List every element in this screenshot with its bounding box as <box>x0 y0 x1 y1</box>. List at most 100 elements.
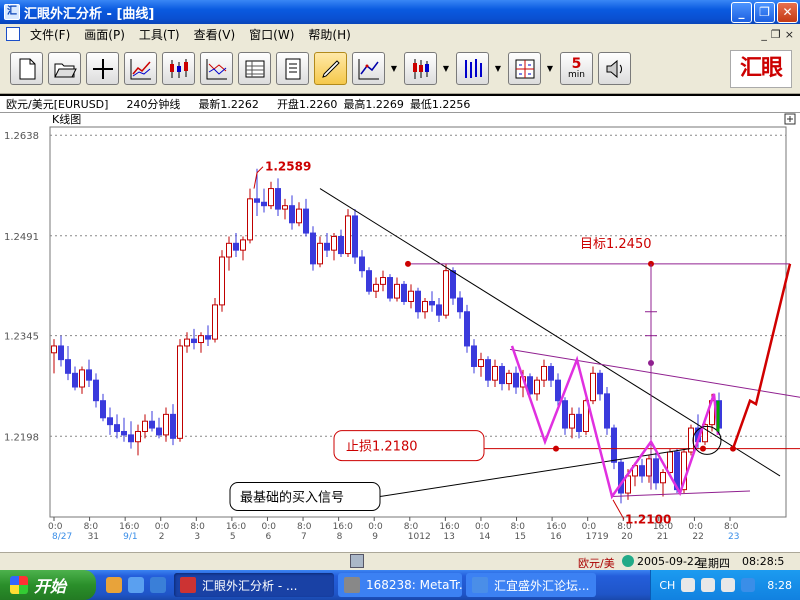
restore-button[interactable]: ❐ <box>754 1 775 23</box>
candlestick-icon <box>169 58 188 78</box>
network-icon[interactable] <box>721 578 736 592</box>
candlestick-button[interactable] <box>162 52 195 85</box>
keyboard-icon[interactable] <box>681 578 696 592</box>
y-tick-label: 1.2345 <box>4 332 39 343</box>
candle-red-button[interactable] <box>404 52 437 85</box>
mdi-restore-button[interactable]: ❐ <box>771 28 781 41</box>
windows-logo-icon <box>10 576 28 594</box>
mdi-close-button[interactable]: × <box>785 28 794 41</box>
help-icon[interactable] <box>701 578 716 592</box>
new-button[interactable] <box>10 52 43 85</box>
bar-chart-button[interactable] <box>456 52 489 85</box>
candle-body <box>359 256 365 272</box>
candle-body <box>338 235 344 255</box>
candle-body <box>667 451 673 474</box>
toolbar: ▼ ▼ ▼ ▼ 5 min 汇眼 <box>0 44 800 94</box>
x-date-label: 8/27 <box>52 532 72 542</box>
chevron-down-icon[interactable]: ▼ <box>442 64 450 73</box>
open-icon <box>53 63 77 77</box>
menu-view-screen[interactable]: 画面(P) <box>80 26 135 43</box>
candle-body <box>331 235 337 251</box>
candle-body <box>205 335 211 340</box>
chevron-down-icon[interactable]: ▼ <box>390 64 398 73</box>
volume-icon[interactable] <box>741 578 756 592</box>
candle-body <box>233 242 239 251</box>
candlestick-chart[interactable]: K线图 1.2638 1.2491 1.2345 1.2198 0:0 8:0 16:0 0:0… <box>0 113 800 553</box>
task-button-metatrader[interactable]: 168238: MetaTr... <box>338 573 462 597</box>
open-button[interactable] <box>48 52 81 85</box>
candle-body <box>555 379 561 402</box>
candle-body <box>128 434 134 443</box>
axes-button[interactable] <box>352 52 385 85</box>
candle-body <box>450 270 456 299</box>
task-button-forum[interactable]: 汇宜盛外汇论坛... <box>466 573 596 597</box>
x-date-label: 20 <box>621 532 633 542</box>
y-tick-label: 1.2638 <box>4 131 39 142</box>
x-date-label: 22 <box>692 532 703 542</box>
candle-body <box>485 359 491 381</box>
bar-chart-icon <box>464 58 482 78</box>
bulb-icon <box>622 555 634 567</box>
candle-body <box>499 365 505 385</box>
candle-body <box>135 430 141 443</box>
candle-body <box>317 242 323 265</box>
new-icon <box>19 58 35 79</box>
multi-line-icon <box>206 58 227 79</box>
speaker-button[interactable] <box>598 52 631 85</box>
document-icon[interactable] <box>6 27 20 41</box>
monitor-icon[interactable] <box>350 554 364 568</box>
document-button[interactable] <box>276 52 309 85</box>
browser-icon[interactable] <box>128 577 144 593</box>
candle-body <box>184 338 190 347</box>
candle-body <box>261 201 267 207</box>
media-icon[interactable] <box>106 577 122 593</box>
candle-body <box>86 369 92 381</box>
crosshair-button[interactable] <box>86 52 119 85</box>
menu-help[interactable]: 帮助(H) <box>304 26 360 43</box>
chevron-down-icon[interactable]: ▼ <box>494 64 502 73</box>
menu-view[interactable]: 查看(V) <box>190 26 246 43</box>
candle-body <box>394 283 400 299</box>
signal-label: 最基础的买入信号 <box>240 489 344 505</box>
x-tick-label: 8:0 <box>404 522 419 532</box>
menu-tools[interactable]: 工具(T) <box>135 26 190 43</box>
chart-area[interactable]: K线图 1.2638 1.2491 1.2345 1.2198 0:0 8:0 16:0 0:0… <box>0 112 800 552</box>
candle-body <box>569 413 575 429</box>
candle-body <box>534 379 540 395</box>
table-button[interactable] <box>238 52 271 85</box>
task-label: 汇眼外汇分析 - ... <box>202 578 298 593</box>
close-button[interactable]: ✕ <box>777 1 798 23</box>
period-button[interactable]: 5 min <box>560 52 593 85</box>
x-date-label: 31 <box>88 532 99 542</box>
high-price: 最高1.2269 <box>343 98 404 111</box>
pen-button[interactable] <box>314 52 347 85</box>
start-button[interactable]: 开始 <box>0 570 96 600</box>
candle-body <box>408 290 414 302</box>
candle-body <box>240 239 246 251</box>
grid-button[interactable] <box>508 52 541 85</box>
language-indicator[interactable]: CH <box>659 579 675 592</box>
candle-body <box>212 304 218 340</box>
task-button-app[interactable]: 汇眼外汇分析 - ... <box>174 573 334 597</box>
candle-body <box>51 345 57 354</box>
candle-body <box>65 359 71 374</box>
line-chart-icon <box>130 58 151 79</box>
menu-window[interactable]: 窗口(W) <box>245 26 304 43</box>
menu-file[interactable]: 文件(F) <box>26 26 80 43</box>
line-chart-button[interactable] <box>124 52 157 85</box>
mdi-minimize-button[interactable]: _ <box>761 28 767 41</box>
task-label: 168238: MetaTr... <box>366 578 462 592</box>
candle-body <box>562 400 568 429</box>
candle-body <box>422 300 428 313</box>
candle-body <box>79 369 85 388</box>
chevron-down-icon[interactable]: ▼ <box>546 64 554 73</box>
x-date-label: 3 <box>194 532 200 542</box>
candle-body <box>478 359 484 367</box>
x-tick-label: 16:0 <box>333 522 353 532</box>
minimize-button[interactable]: _ <box>731 1 752 23</box>
desktop-icon[interactable] <box>150 577 166 593</box>
status-pair: 欧元/美 <box>578 557 615 570</box>
multi-line-button[interactable] <box>200 52 233 85</box>
candle-body <box>471 345 477 367</box>
high-label: 1.2589 <box>265 160 311 174</box>
